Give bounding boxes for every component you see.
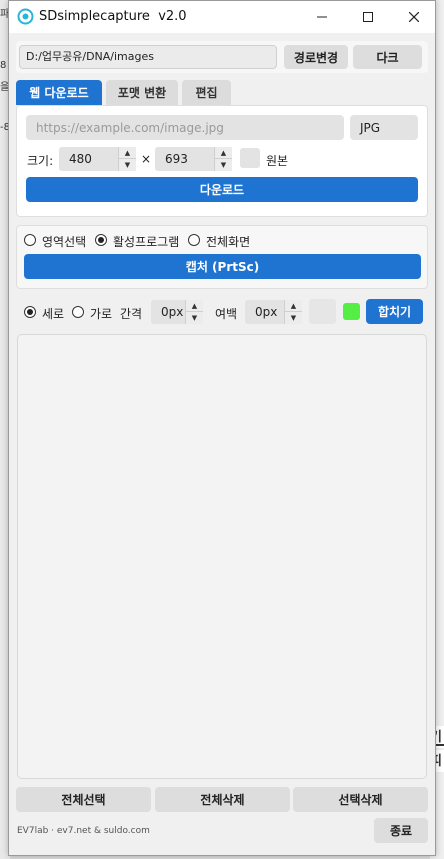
chevron-down-icon[interactable]: ▼ — [186, 312, 203, 324]
capture-button[interactable]: 캡처 (PrtSc) — [24, 254, 421, 279]
gap-value: 0px — [161, 305, 184, 319]
minimize-button[interactable] — [299, 1, 345, 33]
height-stepper[interactable]: ▲ ▼ — [214, 147, 232, 171]
theme-toggle-button[interactable]: 다크 — [353, 45, 422, 69]
close-icon — [409, 12, 419, 22]
close-button[interactable] — [391, 1, 437, 33]
tab-web-download[interactable]: 웹 다운로드 — [16, 80, 102, 105]
orientation-vertical-radio[interactable] — [24, 306, 36, 318]
width-value: 480 — [69, 152, 92, 166]
footer-credit: EV7lab · ev7.net & suldo.com — [17, 826, 150, 836]
size-label: 크기: — [27, 154, 54, 168]
accent-color-swatch[interactable] — [343, 303, 360, 320]
save-path-field[interactable]: D:/업무공유/DNA/images — [19, 45, 277, 69]
delete-selected-button[interactable]: 선택삭제 — [293, 787, 428, 812]
maximize-icon — [363, 12, 373, 22]
height-value: 693 — [165, 152, 188, 166]
margin-spinbox[interactable]: 0px ▲ ▼ — [245, 300, 302, 324]
chevron-up-icon[interactable]: ▲ — [215, 147, 232, 159]
mode-active-window-radio[interactable] — [95, 234, 107, 246]
download-button[interactable]: 다운로드 — [26, 177, 418, 202]
gap-label: 간격 — [120, 307, 143, 321]
width-spinbox[interactable]: 480 ▲ ▼ — [59, 147, 136, 171]
height-spinbox[interactable]: 693 ▲ ▼ — [155, 147, 232, 171]
app-window: SDsimplecapture v2.0 D:/업무공유/DNA/images … — [8, 0, 436, 856]
gap-stepper[interactable]: ▲ ▼ — [185, 300, 203, 324]
tab-format-convert[interactable]: 포맷 변환 — [106, 80, 178, 105]
margin-stepper[interactable]: ▲ ▼ — [284, 300, 302, 324]
mode-region-radio[interactable] — [24, 234, 36, 246]
orientation-horizontal-label[interactable]: 가로 — [90, 305, 112, 322]
minimize-icon — [317, 16, 327, 18]
tab-edit[interactable]: 편집 — [182, 80, 231, 105]
width-stepper[interactable]: ▲ ▼ — [118, 147, 136, 171]
background-text: 8 — [0, 60, 7, 71]
image-preview-area[interactable] — [17, 334, 427, 779]
mode-region-label[interactable]: 영역선택 — [42, 233, 86, 250]
delete-all-button[interactable]: 전체삭제 — [155, 787, 290, 812]
format-value: JPG — [360, 121, 381, 135]
chevron-up-icon[interactable]: ▲ — [285, 300, 302, 312]
merge-button[interactable]: 합치기 — [366, 299, 423, 324]
mode-active-window-label[interactable]: 활성프로그램 — [113, 233, 179, 250]
url-input[interactable] — [26, 115, 344, 140]
mode-fullscreen-label[interactable]: 전체화면 — [206, 233, 250, 250]
select-all-button[interactable]: 전체선택 — [16, 787, 151, 812]
gap-spinbox[interactable]: 0px ▲ ▼ — [151, 300, 203, 324]
title-bar[interactable]: SDsimplecapture v2.0 — [9, 1, 435, 33]
chevron-up-icon[interactable]: ▲ — [186, 300, 203, 312]
change-path-button[interactable]: 경로변경 — [284, 45, 348, 69]
mode-fullscreen-radio[interactable] — [188, 234, 200, 246]
chevron-up-icon[interactable]: ▲ — [119, 147, 136, 159]
original-label: 원본 — [266, 154, 289, 168]
original-size-checkbox[interactable] — [240, 148, 260, 168]
format-select[interactable]: JPG — [350, 115, 418, 140]
maximize-button[interactable] — [345, 1, 391, 33]
margin-value: 0px — [255, 305, 278, 319]
camera-icon — [17, 8, 34, 25]
times-symbol: × — [141, 152, 152, 166]
orientation-horizontal-radio[interactable] — [72, 306, 84, 318]
exit-button[interactable]: 종료 — [374, 818, 428, 843]
chevron-down-icon[interactable]: ▼ — [119, 159, 136, 171]
margin-label: 여백 — [215, 307, 238, 321]
background-color-swatch[interactable] — [309, 299, 336, 324]
window-title: SDsimplecapture v2.0 — [39, 9, 187, 24]
chevron-down-icon[interactable]: ▼ — [285, 312, 302, 324]
chevron-down-icon[interactable]: ▼ — [215, 159, 232, 171]
orientation-vertical-label[interactable]: 세로 — [42, 305, 64, 322]
